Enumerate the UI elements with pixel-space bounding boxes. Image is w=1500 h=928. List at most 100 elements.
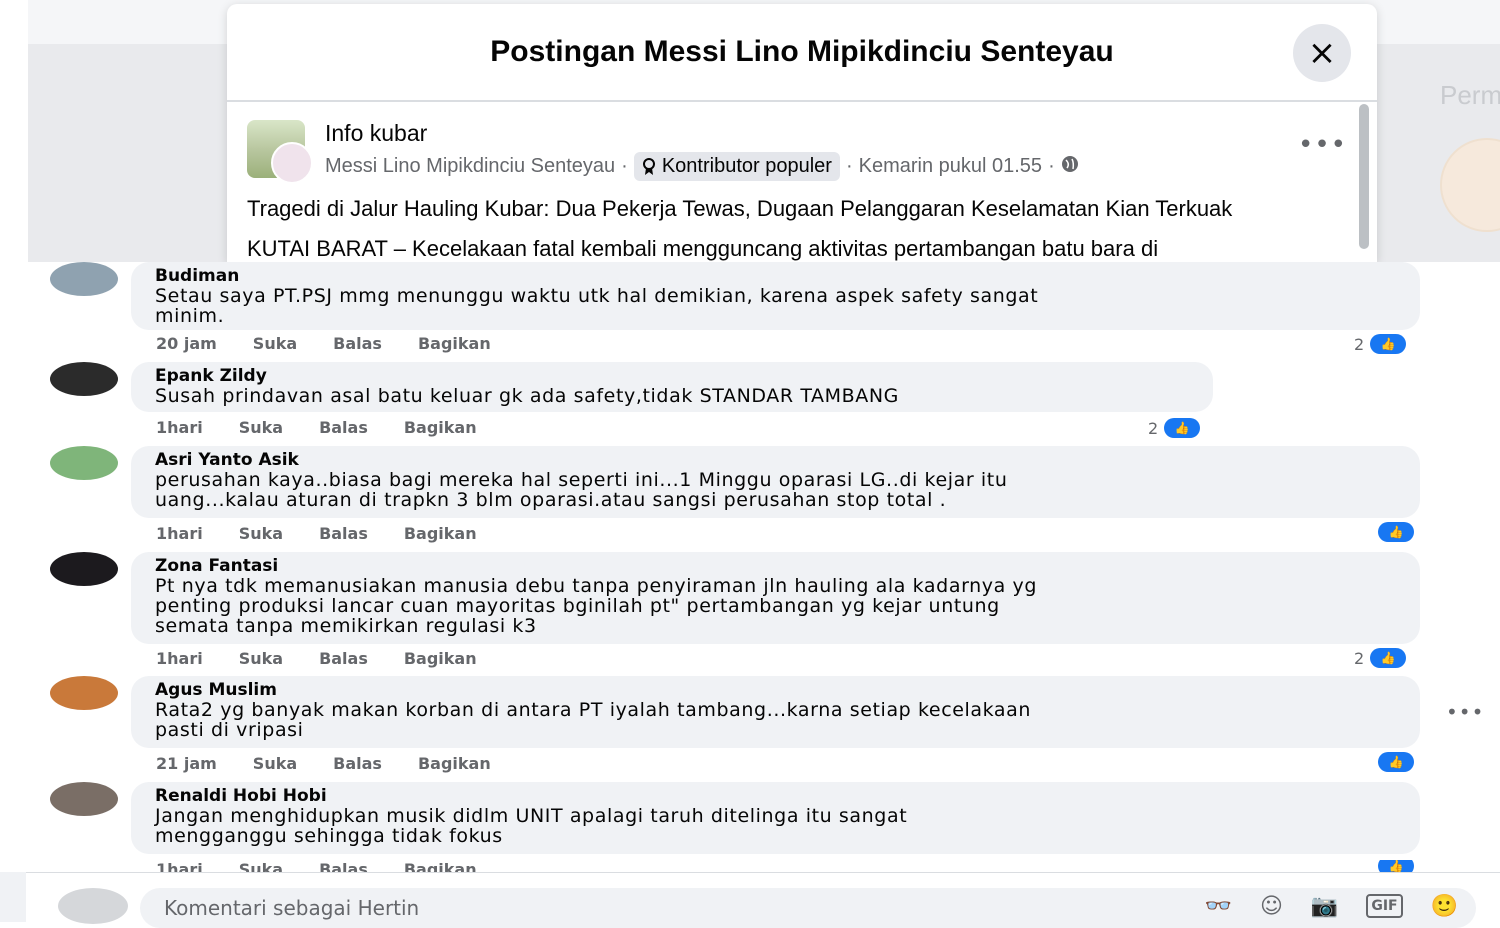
current-user-avatar[interactable] <box>58 888 128 924</box>
reply-link[interactable]: Balas <box>333 334 382 353</box>
share-link[interactable]: Bagikan <box>418 334 491 353</box>
comment-text-line: Jangan menghidupkan musik didlm UNIT apa… <box>155 805 908 827</box>
reply-link[interactable]: Balas <box>319 418 368 437</box>
composer-divider <box>26 872 1500 873</box>
reply-link[interactable]: Balas <box>319 860 368 872</box>
emoji-icon[interactable]: ☺ <box>1260 894 1283 919</box>
reaction-summary[interactable]: 2 👍 <box>1148 418 1201 438</box>
comment-bubble: Budiman Setau saya PT.PSJ mmg menunggu w… <box>131 262 1420 330</box>
modal-title: Postingan Messi Lino Mipikdinciu Senteya… <box>490 35 1114 68</box>
group-name-link[interactable]: Info kubar <box>325 120 427 147</box>
comment-time[interactable]: 1hari <box>156 524 203 543</box>
globe-icon[interactable] <box>1061 155 1079 179</box>
commenter-name[interactable]: Budiman <box>155 266 1396 286</box>
comment-text-line: Setau saya PT.PSJ mmg menunggu waktu utk… <box>155 285 1039 307</box>
comment-text-line: Susah prindavan asal batu keluar gk ada … <box>155 385 900 407</box>
comment-time[interactable]: 20 jam <box>156 334 217 353</box>
comment-text-line: mengganggu sehingga tidak fokus <box>155 825 503 847</box>
comment-text-line: pasti di vripasi <box>155 719 304 741</box>
reaction-summary[interactable]: 👍 <box>1378 860 1414 872</box>
like-link[interactable]: Suka <box>239 649 283 668</box>
comment-more-icon[interactable]: ••• <box>1446 700 1484 724</box>
reaction-summary[interactable]: 2 👍 <box>1354 648 1407 668</box>
comment-text-line: penting produksi lancar cuan mayoritas b… <box>155 595 1000 617</box>
meta-separator: · <box>1048 155 1055 177</box>
comment-time[interactable]: 1hari <box>156 649 203 668</box>
avatar-sticker-icon[interactable]: 🙂 <box>1431 894 1458 919</box>
meta-separator: · <box>621 155 628 177</box>
comment-time[interactable]: 1hari <box>156 418 203 437</box>
close-icon: × <box>1307 33 1337 73</box>
close-button[interactable]: × <box>1293 24 1351 82</box>
commenter-name[interactable]: Agus Muslim <box>155 680 1396 700</box>
commenter-avatar[interactable] <box>50 446 118 480</box>
modal-scrollbar[interactable] <box>1359 104 1369 249</box>
commenter-avatar[interactable] <box>50 676 118 710</box>
reaction-count: 2 <box>1354 334 1365 354</box>
share-link[interactable]: Bagikan <box>404 418 477 437</box>
comment-text-line: minim. <box>155 305 225 327</box>
reply-link[interactable]: Balas <box>333 754 382 773</box>
comments-list: Budiman Setau saya PT.PSJ mmg menunggu w… <box>0 262 1500 872</box>
like-reaction-icon: 👍 <box>1370 334 1407 354</box>
commenter-avatar[interactable] <box>50 782 118 816</box>
comment-text-line: perusahan kaya..biasa bagi mereka hal se… <box>155 469 1008 491</box>
comment-actions: 21 jam Suka Balas Bagikan <box>156 754 527 773</box>
post-timestamp-link[interactable]: Kemarin pukul 01.55 <box>859 155 1042 178</box>
comment-actions: 20 jam Suka Balas Bagikan <box>156 334 527 353</box>
reply-link[interactable]: Balas <box>319 524 368 543</box>
like-link[interactable]: Suka <box>253 754 297 773</box>
comment-actions: 1hari Suka Balas Bagikan <box>156 524 513 543</box>
commenter-name[interactable]: Asri Yanto Asik <box>155 450 1396 470</box>
modal-divider <box>227 100 1377 102</box>
sticker-icon[interactable]: 👓 <box>1205 894 1232 919</box>
like-link[interactable]: Suka <box>239 524 283 543</box>
author-avatar[interactable] <box>271 142 313 184</box>
share-link[interactable]: Bagikan <box>418 754 491 773</box>
comment-bubble: Agus Muslim Rata2 yg banyak makan korban… <box>131 676 1420 748</box>
comment-text-line: Pt nya tdk memanusiakan manusia debu tan… <box>155 575 1038 597</box>
like-link[interactable]: Suka <box>253 334 297 353</box>
comment-actions: 1hari Suka Balas Bagikan <box>156 418 513 437</box>
comment-bubble: Epank Zildy Susah prindavan asal batu ke… <box>131 362 1213 412</box>
share-link[interactable]: Bagikan <box>404 649 477 668</box>
badge-icon <box>642 157 655 175</box>
author-name-link[interactable]: Messi Lino Mipikdinciu Senteyau <box>325 155 615 178</box>
like-link[interactable]: Suka <box>239 860 283 872</box>
post-body: KUTAI BARAT – Kecelakaan fatal kembali m… <box>247 236 1159 261</box>
camera-icon[interactable]: 📷 <box>1311 894 1338 919</box>
commenter-avatar[interactable] <box>50 552 118 586</box>
reaction-summary[interactable]: 👍 <box>1378 752 1414 772</box>
reaction-summary[interactable]: 👍 <box>1378 522 1414 542</box>
reply-link[interactable]: Balas <box>319 649 368 668</box>
badge-label: Kontributor populer <box>661 155 832 177</box>
comment-actions: 1hari Suka Balas Bagikan <box>156 649 513 668</box>
reaction-count: 2 <box>1354 648 1365 668</box>
comment-text-line: semata tanpa memikirkan regulasi k3 <box>155 615 537 637</box>
gif-icon[interactable]: GIF <box>1366 894 1403 918</box>
like-reaction-icon: 👍 <box>1378 522 1414 542</box>
reaction-summary[interactable]: 2 👍 <box>1354 334 1407 354</box>
commenter-name[interactable]: Zona Fantasi <box>155 556 1396 576</box>
share-link[interactable]: Bagikan <box>404 860 477 872</box>
comment-text-line: uang...kalau aturan di trapkn 3 blm opar… <box>155 489 947 511</box>
commenter-avatar[interactable] <box>50 262 118 296</box>
post-meta: Messi Lino Mipikdinciu Senteyau · Kontri… <box>325 152 1079 181</box>
reaction-count: 2 <box>1148 418 1159 438</box>
commenter-name[interactable]: Epank Zildy <box>155 366 1189 386</box>
composer-icons: 👓 ☺ 📷 GIF 🙂 <box>1205 894 1458 919</box>
commenter-name[interactable]: Renaldi Hobi Hobi <box>155 786 1396 806</box>
comment-input[interactable]: Komentari sebagai Hertin 👓 ☺ 📷 GIF 🙂 <box>140 888 1476 928</box>
comment-time[interactable]: 1hari <box>156 860 203 872</box>
comment-input-placeholder: Komentari sebagai Hertin <box>164 896 420 920</box>
share-link[interactable]: Bagikan <box>404 524 477 543</box>
contributor-badge[interactable]: Kontributor populer <box>633 152 840 181</box>
like-reaction-icon: 👍 <box>1164 418 1201 438</box>
post-more-icon[interactable]: ••• <box>1298 130 1347 160</box>
commenter-avatar[interactable] <box>50 362 118 396</box>
comment-time[interactable]: 21 jam <box>156 754 217 773</box>
like-reaction-icon: 👍 <box>1370 648 1407 668</box>
comment-bubble: Renaldi Hobi Hobi Jangan menghidupkan mu… <box>131 782 1420 854</box>
like-link[interactable]: Suka <box>239 418 283 437</box>
comment-bubble: Asri Yanto Asik perusahan kaya..biasa ba… <box>131 446 1420 518</box>
